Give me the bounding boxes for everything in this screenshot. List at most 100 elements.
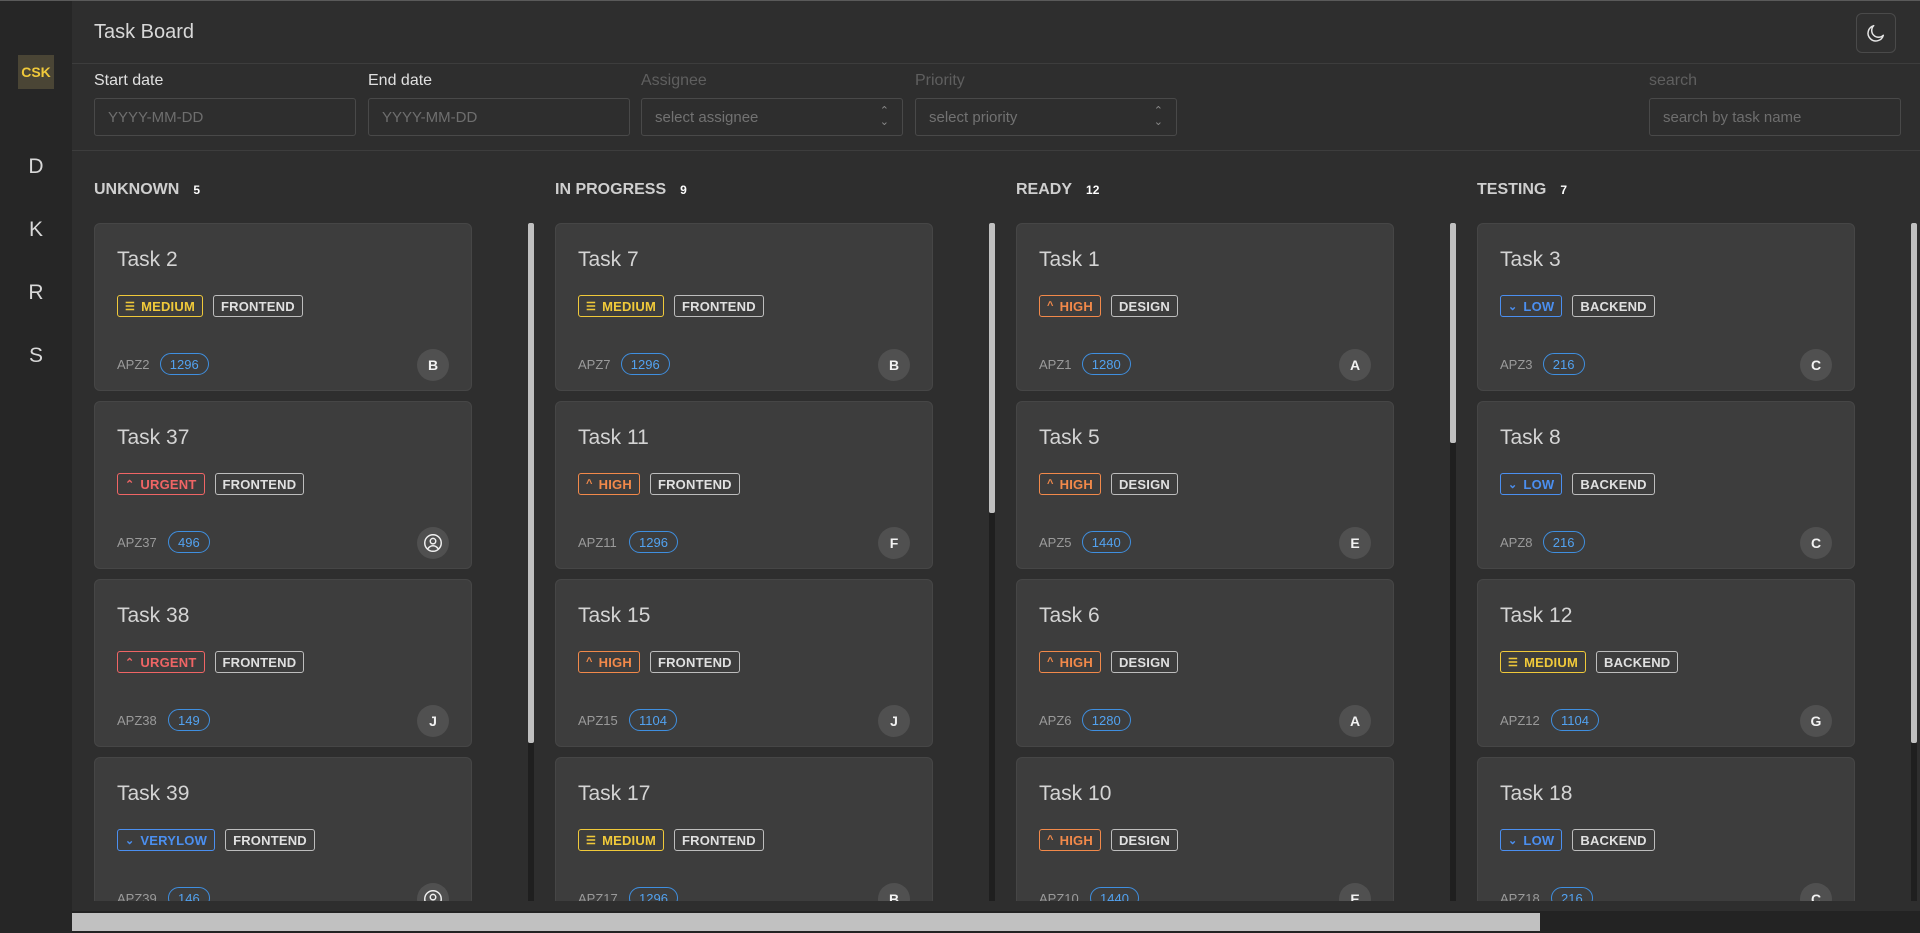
card-tags: ^ HIGH DESIGN — [1039, 651, 1178, 673]
chevron-up-icon: ^ — [1047, 300, 1054, 312]
chevron-down-icon: ⌄ — [1508, 834, 1518, 847]
points-badge: 1296 — [629, 887, 678, 901]
column-title: UNKNOWN — [94, 181, 180, 198]
priority-label: LOW — [1523, 476, 1555, 492]
task-id: APZ18 — [1500, 891, 1540, 901]
category-badge: BACKEND — [1572, 295, 1655, 317]
task-card[interactable]: Task 12 ☰ MEDIUM BACKEND APZ12 1104 G — [1477, 579, 1855, 747]
category-badge: BACKEND — [1572, 473, 1655, 495]
category-badge: DESIGN — [1110, 651, 1178, 673]
priority-label: URGENT — [140, 476, 197, 492]
double-chevron-down-icon: ⌄ — [125, 834, 135, 847]
points-badge: 496 — [168, 531, 210, 553]
horizontal-scrollbar[interactable] — [72, 911, 1920, 933]
equals-icon: ☰ — [125, 300, 136, 313]
task-card[interactable]: Task 18 ⌄ LOW BACKEND APZ18 216 C — [1477, 757, 1855, 901]
task-card[interactable]: Task 6 ^ HIGH DESIGN APZ6 1280 A — [1016, 579, 1394, 747]
task-card[interactable]: Task 3 ⌄ LOW BACKEND APZ3 216 C — [1477, 223, 1855, 391]
task-card[interactable]: Task 10 ^ HIGH DESIGN APZ10 1440 E — [1016, 757, 1394, 901]
card-tags: ^ HIGH DESIGN — [1039, 295, 1178, 317]
column-count: 9 — [680, 183, 687, 197]
assignee-select[interactable]: select assignee ⌃ ⌄ — [641, 98, 903, 136]
task-card[interactable]: Task 15 ^ HIGH FRONTEND APZ15 1104 J — [555, 579, 933, 747]
priority-badge: ^ HIGH — [1039, 651, 1101, 673]
priority-badge: ☰ MEDIUM — [117, 295, 203, 317]
priority-label: MEDIUM — [602, 298, 656, 314]
category-badge: FRONTEND — [649, 473, 740, 495]
category-badge: FRONTEND — [225, 829, 315, 851]
assignee-avatar: J — [417, 705, 449, 737]
task-card[interactable]: Task 17 ☰ MEDIUM FRONTEND APZ17 1296 B — [555, 757, 933, 901]
priority-label: HIGH — [1059, 476, 1093, 492]
unassigned-avatar — [417, 883, 449, 901]
card-tags: ☰ MEDIUM FRONTEND — [578, 829, 764, 851]
points-badge: 149 — [168, 709, 210, 731]
end-date-input[interactable] — [368, 98, 630, 136]
card-title: Task 39 — [117, 782, 190, 805]
category-badge: FRONTEND — [212, 295, 303, 317]
card-title: Task 37 — [117, 426, 190, 449]
priority-label: MEDIUM — [141, 298, 195, 314]
card-title: Task 2 — [117, 248, 178, 271]
points-badge: 216 — [1542, 531, 1585, 553]
task-card[interactable]: Task 1 ^ HIGH DESIGN APZ1 1280 A — [1016, 223, 1394, 391]
task-card[interactable]: Task 39 ⌄ VERYLOW FRONTEND APZ39 146 — [94, 757, 472, 901]
task-card[interactable]: Task 8 ⌄ LOW BACKEND APZ8 216 C — [1477, 401, 1855, 569]
end-date-filter: End date — [368, 72, 630, 136]
filter-bar: Start date End date Assignee select assi… — [72, 64, 1920, 151]
assignee-avatar: F — [878, 527, 910, 559]
sidebar-item-s[interactable]: S — [0, 344, 72, 368]
double-chevron-up-icon: ⌃ — [125, 478, 135, 491]
app-logo[interactable]: CSK — [18, 55, 54, 89]
column-testing: TESTING 7 Task 3 ⌄ LOW BACKEND APZ3 216 … — [1455, 151, 1917, 901]
task-id: APZ15 — [578, 713, 618, 728]
card-title: Task 5 — [1039, 426, 1100, 449]
start-date-input[interactable] — [94, 98, 356, 136]
priority-badge: ^ HIGH — [1039, 473, 1101, 495]
task-id: APZ8 — [1500, 535, 1533, 550]
task-card[interactable]: Task 7 ☰ MEDIUM FRONTEND APZ7 1296 B — [555, 223, 933, 391]
sidebar-item-r[interactable]: R — [0, 281, 72, 305]
priority-label: MEDIUM — [602, 832, 656, 848]
card-tags: ☰ MEDIUM BACKEND — [1500, 651, 1679, 673]
column-scrollbar[interactable] — [1911, 223, 1917, 901]
chevron-updown-icon: ⌃ ⌄ — [1153, 105, 1163, 128]
priority-label: HIGH — [1059, 832, 1093, 848]
card-tags: ⌄ LOW BACKEND — [1500, 473, 1655, 495]
search-input[interactable] — [1649, 98, 1901, 136]
task-id: APZ7 — [578, 357, 611, 372]
task-id: APZ17 — [578, 891, 618, 901]
category-badge: DESIGN — [1110, 295, 1178, 317]
category-badge: DESIGN — [1110, 473, 1178, 495]
chevron-up-icon: ^ — [586, 478, 593, 490]
task-id: APZ1 — [1039, 357, 1072, 372]
equals-icon: ☰ — [1508, 656, 1519, 669]
sidebar-item-k[interactable]: K — [0, 218, 72, 242]
chevron-up-icon: ^ — [1047, 656, 1054, 668]
column-scroll-thumb[interactable] — [1911, 223, 1917, 743]
theme-toggle-button[interactable] — [1856, 13, 1896, 53]
horizontal-scroll-thumb[interactable] — [72, 913, 1540, 931]
task-card[interactable]: Task 11 ^ HIGH FRONTEND APZ11 1296 F — [555, 401, 933, 569]
points-badge: 1280 — [1081, 709, 1131, 731]
task-id: APZ2 — [117, 357, 150, 372]
task-card[interactable]: Task 37 ⌃ URGENT FRONTEND APZ37 496 — [94, 401, 472, 569]
task-card[interactable]: Task 38 ⌃ URGENT FRONTEND APZ38 149 J — [94, 579, 472, 747]
card-tags: ⌄ LOW BACKEND — [1500, 295, 1655, 317]
priority-label: HIGH — [1059, 298, 1093, 314]
card-tags: ⌄ VERYLOW FRONTEND — [117, 829, 315, 851]
task-card[interactable]: Task 5 ^ HIGH DESIGN APZ5 1440 E — [1016, 401, 1394, 569]
card-title: Task 18 — [1500, 782, 1573, 805]
end-date-label: End date — [368, 72, 433, 89]
category-badge: FRONTEND — [649, 651, 740, 673]
task-card[interactable]: Task 2 ☰ MEDIUM FRONTEND APZ2 1296 B — [94, 223, 472, 391]
kanban-board: UNKNOWN 5 Task 2 ☰ MEDIUM FRONTEND APZ2 … — [72, 151, 1920, 901]
priority-select[interactable]: select priority ⌃ ⌄ — [915, 98, 1177, 136]
task-id: APZ39 — [117, 891, 157, 901]
sidebar-item-d[interactable]: D — [0, 155, 72, 179]
points-badge: 216 — [1542, 353, 1585, 375]
priority-label: HIGH — [598, 476, 632, 492]
assignee-label: Assignee — [641, 72, 707, 89]
category-badge: FRONTEND — [673, 295, 764, 317]
priority-badge: ☰ MEDIUM — [578, 295, 664, 317]
